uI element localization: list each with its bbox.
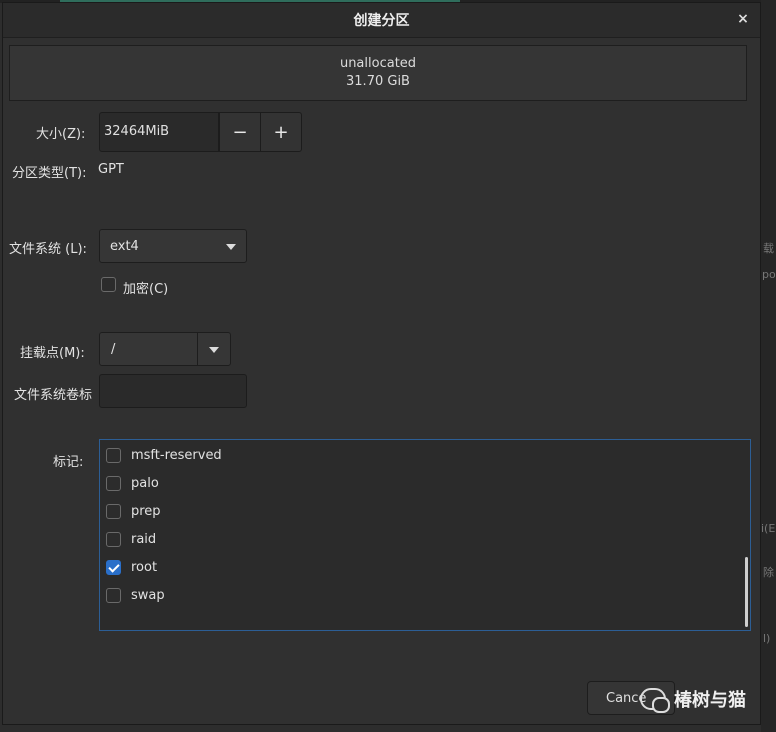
watermark: 椿树与猫 — [640, 685, 770, 713]
bg-text-3: i(E — [761, 522, 776, 535]
flags-label: 标记: — [53, 455, 84, 470]
size-input[interactable]: 32464MiB — [99, 112, 219, 152]
flag-checkbox[interactable] — [106, 504, 121, 519]
flag-item[interactable]: raid — [106, 529, 726, 551]
flag-checkbox-checked[interactable] — [106, 560, 121, 575]
wechat-icon — [640, 688, 670, 713]
size-decrease-button[interactable]: − — [219, 112, 261, 152]
close-icon[interactable]: × — [734, 11, 752, 27]
fs-label-label: 文件系统卷标 — [14, 388, 93, 403]
watermark-text: 椿树与猫 — [674, 690, 746, 711]
flag-item[interactable]: msft-reserved — [106, 445, 726, 467]
partition-size: 31.70 GiB — [346, 74, 410, 89]
background-window-edge: 载 po i(E 除 l) — [761, 0, 776, 732]
mount-point-value: / — [111, 342, 116, 357]
encrypt-checkbox[interactable] — [101, 277, 116, 292]
flag-label: swap — [131, 588, 165, 603]
title-bar: 创建分区 × — [3, 3, 760, 38]
bg-text-1: 载 — [763, 242, 774, 255]
encrypt-label: 加密(C) — [123, 282, 169, 297]
flag-item[interactable]: prep — [106, 501, 726, 523]
bg-text-5: l) — [763, 632, 771, 645]
dialog-title: 创建分区 — [353, 13, 410, 29]
flag-label: root — [131, 560, 158, 575]
flag-checkbox[interactable] — [106, 532, 121, 547]
filesystem-dropdown[interactable]: ext4 — [99, 229, 247, 263]
flag-checkbox[interactable] — [106, 476, 121, 491]
bg-text-2: po — [762, 268, 776, 281]
chevron-down-icon[interactable] — [209, 347, 219, 353]
flag-label: prep — [131, 504, 161, 519]
combo-divider — [197, 333, 198, 365]
fs-label-input[interactable] — [99, 374, 247, 408]
partition-name: unallocated — [339, 56, 417, 71]
flag-checkbox[interactable] — [106, 588, 121, 603]
size-increase-button[interactable]: + — [260, 112, 302, 152]
mount-point-combo[interactable]: / — [99, 332, 231, 366]
flag-checkbox[interactable] — [106, 448, 121, 463]
flag-label: raid — [131, 532, 157, 547]
flag-item[interactable]: swap — [106, 585, 726, 607]
partition-type-label: 分区类型(T): — [12, 166, 87, 181]
flag-item[interactable]: palo — [106, 473, 726, 495]
flag-label: palo — [131, 476, 159, 491]
chevron-down-icon — [226, 244, 236, 250]
filesystem-label: 文件系统 (L): — [9, 242, 87, 257]
size-value: 32464MiB — [104, 124, 170, 139]
size-label: 大小(Z): — [36, 127, 86, 142]
flag-item[interactable]: root — [106, 557, 726, 579]
flags-list: msft-reserved palo prep raid root swap — [99, 439, 751, 631]
flag-label: msft-reserved — [131, 448, 222, 463]
bg-text-4: 除 — [763, 566, 774, 579]
partition-size-display: unallocated 31.70 GiB — [9, 45, 747, 101]
flags-scrollbar[interactable] — [745, 557, 748, 627]
mount-point-label: 挂载点(M): — [20, 346, 85, 361]
partition-type-value: GPT — [98, 162, 124, 177]
filesystem-value: ext4 — [110, 239, 139, 254]
